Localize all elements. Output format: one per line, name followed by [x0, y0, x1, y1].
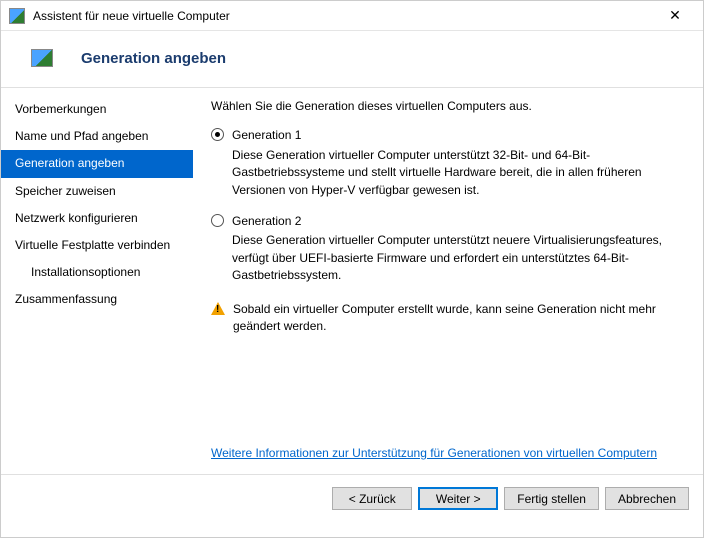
finish-button[interactable]: Fertig stellen — [504, 487, 599, 510]
wizard-content: Wählen Sie die Generation dieses virtuel… — [193, 88, 703, 474]
step-vorbemerkungen[interactable]: Vorbemerkungen — [1, 96, 193, 123]
generation-radio-group: Generation 1 Diese Generation virtueller… — [211, 127, 685, 290]
radio-generation-1[interactable]: Generation 1 — [211, 127, 685, 144]
titlebar: Assistent für neue virtuelle Computer ✕ — [1, 1, 703, 31]
step-zusammenfassung[interactable]: Zusammenfassung — [1, 286, 193, 313]
app-icon — [9, 8, 25, 24]
page-title: Generation angeben — [81, 50, 226, 67]
close-button[interactable]: ✕ — [655, 2, 695, 30]
warning-icon — [211, 302, 225, 315]
gen2-description: Diese Generation virtueller Computer unt… — [232, 232, 685, 284]
wizard-header: Generation angeben — [1, 31, 703, 88]
gen1-description: Diese Generation virtueller Computer unt… — [232, 147, 685, 199]
next-button[interactable]: Weiter > — [418, 487, 498, 510]
warning-row: Sobald ein virtueller Computer erstellt … — [211, 301, 685, 336]
intro-text: Wählen Sie die Generation dieses virtuel… — [211, 98, 685, 115]
back-button[interactable]: < Zurück — [332, 487, 412, 510]
warning-text: Sobald ein virtueller Computer erstellt … — [233, 301, 685, 336]
step-name-pfad[interactable]: Name und Pfad angeben — [1, 123, 193, 150]
cancel-button[interactable]: Abbrechen — [605, 487, 689, 510]
radio-icon — [211, 128, 224, 141]
step-festplatte[interactable]: Virtuelle Festplatte verbinden — [1, 232, 193, 259]
radio-icon — [211, 214, 224, 227]
window-title: Assistent für neue virtuelle Computer — [33, 9, 655, 23]
wizard-steps-sidebar: Vorbemerkungen Name und Pfad angeben Gen… — [1, 88, 193, 474]
step-installationsoptionen[interactable]: Installationsoptionen — [1, 259, 193, 286]
close-icon: ✕ — [669, 7, 681, 24]
step-generation[interactable]: Generation angeben — [1, 150, 193, 177]
radio-label: Generation 2 — [232, 213, 301, 230]
vm-icon — [31, 49, 53, 67]
radio-generation-2[interactable]: Generation 2 — [211, 213, 685, 230]
info-link[interactable]: Weitere Informationen zur Unterstützung … — [211, 445, 685, 462]
step-netzwerk[interactable]: Netzwerk konfigurieren — [1, 205, 193, 232]
wizard-footer: < Zurück Weiter > Fertig stellen Abbrech… — [1, 474, 703, 522]
radio-label: Generation 1 — [232, 127, 301, 144]
step-speicher[interactable]: Speicher zuweisen — [1, 178, 193, 205]
